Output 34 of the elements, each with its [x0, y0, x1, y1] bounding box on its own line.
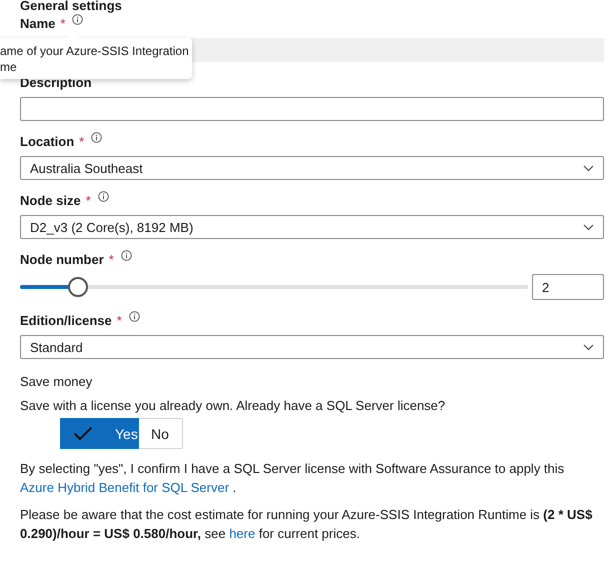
dropdown[interactable]: Australia Southeast [20, 156, 604, 180]
dropdown[interactable]: D2_v3 (2 Core(s), 8192 MB) [20, 215, 604, 239]
required-mark: * [79, 134, 84, 149]
field-label: Location [20, 134, 74, 149]
toggle-option[interactable]: No [139, 418, 183, 449]
link[interactable]: Azure Hybrid Benefit for SQL Server [20, 480, 230, 495]
link[interactable]: here [229, 526, 256, 541]
field-label: Edition/license [20, 313, 112, 328]
info-icon[interactable] [128, 311, 140, 322]
number-field[interactable]: 2 [532, 274, 604, 300]
text-field[interactable] [20, 97, 604, 121]
dropdown[interactable]: Standard [20, 335, 604, 359]
slider[interactable] [20, 277, 528, 297]
required-mark: * [60, 16, 66, 31]
required-mark: * [86, 193, 91, 208]
chevron-down-icon [583, 224, 594, 230]
field-label: Node size [20, 193, 81, 208]
required-mark: * [116, 313, 122, 328]
toggle-option[interactable]: Yes [60, 418, 139, 449]
chevron-down-icon [583, 344, 594, 350]
question-text: Save with a license you already own. Already have a SQL Server license? [20, 397, 446, 415]
field-label: Name [20, 16, 56, 31]
required-mark: * [108, 252, 114, 267]
info-paragraph: By selecting "yes", I confirm I have a SQL Server license with Software Assurance to apply this Azure Hybrid Benefit for SQL Server . [20, 460, 566, 497]
chevron-down-icon [583, 164, 594, 172]
check-icon [73, 426, 93, 441]
info-icon[interactable] [91, 132, 102, 143]
info-icon[interactable] [120, 250, 132, 261]
slider-thumb[interactable] [68, 277, 88, 297]
section-title: General settings [20, 0, 123, 14]
info-paragraph: Please be aware that the cost estimate for running your Azure-SSIS Integration Runtime is (2 * US$ 0.290)/hour = US$ 0.580/hour, see here for current prices. [20, 506, 594, 543]
info-icon[interactable] [98, 191, 109, 202]
section-heading: Save money [20, 373, 94, 391]
field-label: Node number [20, 252, 104, 267]
